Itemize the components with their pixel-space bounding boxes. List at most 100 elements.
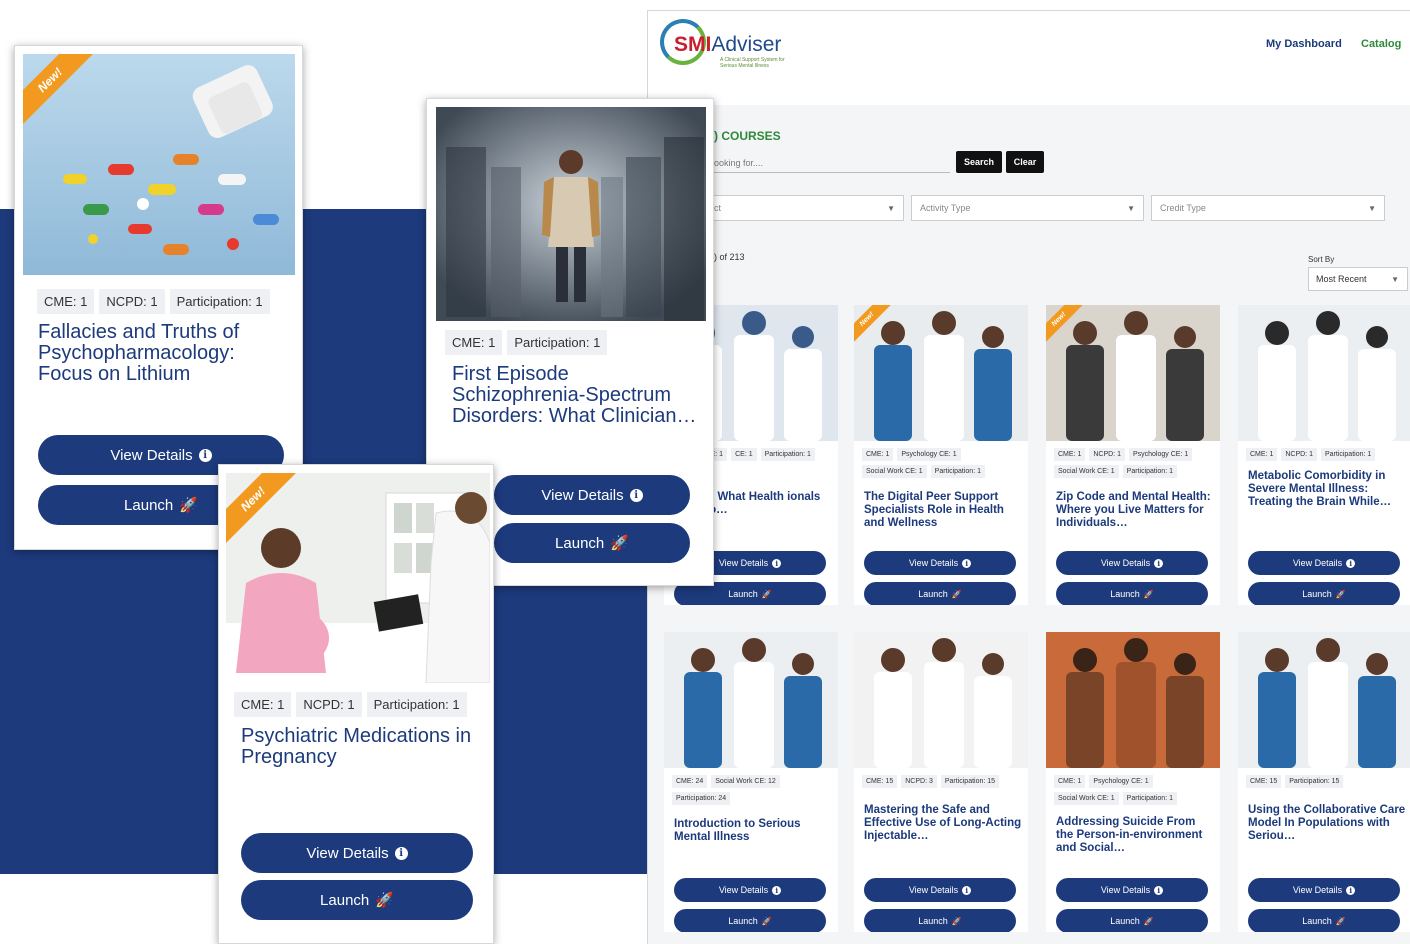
course-title[interactable]: Using the Collaborative Care Model In Po… [1248, 804, 1406, 843]
launch-button[interactable]: Launch 🚀 [1248, 909, 1400, 932]
rocket-icon: 🚀 [1335, 916, 1346, 926]
info-circle-icon: i [1154, 558, 1164, 568]
section-title: ) COURSES [714, 129, 781, 143]
course-image [1238, 305, 1410, 441]
course-image [854, 632, 1028, 768]
credit-badge: Participation: 1 [1122, 792, 1177, 805]
credit-badge: Participation: 24 [672, 792, 731, 805]
search-input[interactable] [714, 153, 950, 173]
info-circle-icon: i [1346, 558, 1356, 568]
launch-button[interactable]: Launch 🚀 [241, 880, 473, 920]
credit-badge: CME: 1 [37, 289, 95, 314]
course-card[interactable]: CME: 15 NCPD: 3 Participation: 15 Mastering… [854, 632, 1028, 932]
launch-button[interactable]: Launch 🚀 [674, 909, 826, 932]
activity-type-filter[interactable]: Activity Type ▼ [911, 195, 1144, 221]
rocket-icon: 🚀 [761, 589, 772, 599]
course-card[interactable]: CME: 24 Social Work CE: 12 Participation: … [664, 632, 838, 932]
sort-by-value: Most Recent [1316, 274, 1367, 284]
credit-badge: Participation: 15 [1285, 775, 1344, 788]
launch-button[interactable]: Launch 🚀 [494, 523, 690, 563]
launch-button[interactable]: Launch 🚀 [864, 909, 1016, 932]
view-details-button[interactable]: View Details i [1056, 878, 1208, 902]
info-circle-icon: i [629, 488, 643, 502]
course-image-pills: New! [23, 54, 295, 275]
course-card[interactable]: New! CME: 1 NCPD: 1 Psychology CE: 1 Social … [1046, 305, 1220, 605]
view-details-button[interactable]: View Details i [1056, 551, 1208, 575]
course-title[interactable]: Addressing Suicide From the Person-in-en… [1056, 816, 1214, 855]
credit-badge: Social Work CE: 12 [711, 775, 780, 788]
caret-down-icon: ▼ [887, 204, 895, 213]
course-card[interactable]: CME: 15 Participation: 15 Using the Collab… [1238, 632, 1410, 932]
course-card[interactable]: CME: 1 NCPD: 1 Participation: 1 Metabolic C… [1238, 305, 1410, 605]
rocket-icon: 🚀 [1143, 916, 1154, 926]
info-circle-icon: i [1346, 885, 1356, 895]
view-details-button[interactable]: View Details i [674, 878, 826, 902]
credit-badge: Participation: 1 [760, 448, 815, 461]
view-details-button[interactable]: View Details i [1248, 551, 1400, 575]
logo-brand-rest: Adviser [711, 33, 782, 56]
smiadviser-logo[interactable]: SMIAdviser A Clinical Support System for… [660, 19, 785, 69]
launch-button[interactable]: Launch 🚀 [864, 582, 1016, 605]
launch-button[interactable]: Launch 🚀 [1248, 582, 1400, 605]
credit-badge: Participation: 1 [507, 330, 608, 355]
course-image [1238, 632, 1410, 768]
credit-type-filter-label: Credit Type [1160, 203, 1206, 213]
course-image-pregnant-patient: New! [226, 473, 490, 683]
credit-badge: NCPD: 1 [99, 289, 165, 314]
view-details-button[interactable]: View Details i [494, 475, 690, 515]
logo-brand: SMI [674, 33, 712, 56]
launch-label: Launch [1110, 589, 1140, 599]
launch-button[interactable]: Launch 🚀 [1056, 582, 1208, 605]
launch-label: Launch [124, 496, 174, 514]
credit-badge: Participation: 1 [169, 289, 270, 314]
search-button[interactable]: Search [956, 151, 1002, 173]
view-details-label: View Details [908, 885, 959, 895]
nav-catalog[interactable]: Catalog [1361, 38, 1401, 50]
view-details-button[interactable]: View Details i [1248, 878, 1400, 902]
course-title[interactable]: Mastering the Safe and Effective Use of … [864, 804, 1022, 843]
view-details-button[interactable]: View Details i [241, 833, 473, 873]
credit-badge: CE: 1 [731, 448, 757, 461]
view-details-button[interactable]: View Details i [864, 878, 1016, 902]
rocket-icon: 🚀 [610, 535, 629, 552]
credit-badge: CME: 15 [1246, 775, 1282, 788]
credit-badge: Participation: 1 [366, 692, 467, 717]
course-title[interactable]: Psychiatric Medications in Pregnancy [241, 726, 481, 768]
rocket-icon: 🚀 [1143, 589, 1154, 599]
clear-button[interactable]: Clear [1006, 151, 1044, 173]
nav-my-dashboard[interactable]: My Dashboard [1266, 38, 1342, 50]
course-card[interactable]: New! CME: 1 Psychology CE: 1 Social Work CE… [854, 305, 1028, 605]
launch-label: Launch [1110, 916, 1140, 926]
credit-badge: Participation: 1 [1320, 448, 1376, 461]
course-image [1046, 632, 1220, 768]
credit-badges: CME: 1 NCPD: 1 Participation: 1 [1246, 448, 1406, 461]
course-card[interactable]: CME: 1 Psychology CE: 1 Social Work CE: 1P… [1046, 632, 1220, 932]
view-details-label: View Details [110, 446, 193, 464]
launch-button[interactable]: Launch 🚀 [1056, 909, 1208, 932]
launch-label: Launch [320, 891, 370, 909]
course-title[interactable]: The Digital Peer Support Specialists Rol… [864, 491, 1022, 530]
course-title[interactable]: Introduction to Serious Mental Illness [674, 818, 832, 844]
subject-filter[interactable]: ect ▼ [700, 195, 904, 221]
course-title[interactable]: Zip Code and Mental Health: Where you Li… [1056, 491, 1214, 530]
credit-badge: CME: 1 [862, 448, 894, 461]
sort-by-select[interactable]: Most Recent ▼ [1308, 267, 1408, 291]
launch-label: Launch [1302, 589, 1332, 599]
course-title[interactable]: First Episode Schizophrenia-Spectrum Dis… [452, 364, 702, 427]
course-title[interactable]: Metabolic Comorbidity in Severe Mental I… [1248, 470, 1406, 509]
course-catalog-page: SMIAdviser A Clinical Support System for… [647, 10, 1410, 944]
launch-label: Launch [728, 589, 758, 599]
credit-badge: CME: 1 [1246, 448, 1278, 461]
course-title[interactable]: Fallacies and Truths of Psychopharmacolo… [38, 322, 278, 385]
credit-badges: CME: 1 Psychology CE: 1 Social Work CE: 1P… [1054, 775, 1214, 805]
launch-label: Launch [1302, 916, 1332, 926]
view-details-label: View Details [1292, 885, 1343, 895]
credit-badge: CME: 1 [445, 330, 503, 355]
view-details-label: View Details [541, 486, 624, 504]
course-card-pregnancy[interactable]: New! CME: 1 NCPD: 1 Participation: 1 Psych… [218, 464, 494, 944]
credit-type-filter[interactable]: Credit Type ▼ [1151, 195, 1385, 221]
view-details-button[interactable]: View Details i [864, 551, 1016, 575]
credit-badge: CME: 1 [1054, 448, 1086, 461]
credit-badge: NCPD: 3 [901, 775, 937, 788]
credit-badge: NCPD: 1 [296, 692, 362, 717]
